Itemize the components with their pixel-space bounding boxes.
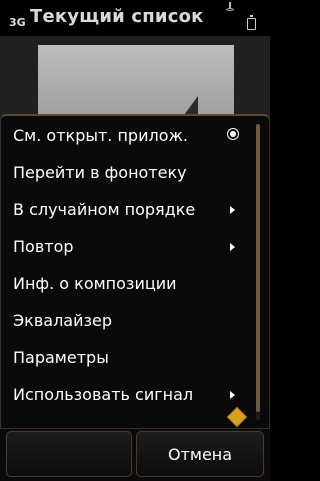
signal-icon — [226, 2, 234, 12]
menu-item-use-as-tone[interactable]: Использовать сигнал — [1, 377, 251, 414]
menu-item-repeat[interactable]: Повтор — [1, 229, 251, 266]
screen-title: Текущий список — [30, 6, 204, 27]
menu-item-label: Использовать сигнал — [13, 385, 194, 404]
left-softkey[interactable] — [6, 431, 132, 477]
network-indicator: 3G — [9, 16, 26, 29]
menu-item-label: Перейти в фонотеку — [13, 163, 187, 182]
watermark-logo — [224, 406, 260, 434]
options-menu: См. открыт. прилож. Перейти в фонотеку В… — [0, 114, 270, 428]
menu-item-go-to-library[interactable]: Перейти в фонотеку — [1, 155, 251, 192]
watermark-cube-icon — [226, 406, 248, 428]
menu-item-shuffle[interactable]: В случайном порядке — [1, 192, 251, 229]
battery-icon — [247, 15, 256, 30]
cancel-softkey-label: Отмена — [167, 445, 233, 464]
menu-item-settings[interactable]: Параметры — [1, 340, 251, 377]
album-art — [38, 45, 234, 125]
menu-item-label: В случайном порядке — [13, 200, 196, 219]
menu-item-label: Инф. о композиции — [13, 274, 177, 293]
softkey-bar: Отмена — [0, 428, 270, 481]
menu-item-open-apps[interactable]: См. открыт. прилож. — [1, 118, 251, 155]
radio-selected-icon — [227, 128, 239, 140]
status-bar: 3G Текущий список — [0, 0, 270, 36]
scrollbar-thumb[interactable] — [256, 124, 260, 412]
cancel-softkey[interactable]: Отмена — [136, 431, 264, 477]
menu-item-track-info[interactable]: Инф. о композиции — [1, 266, 251, 303]
submenu-arrow-icon — [230, 243, 235, 251]
submenu-arrow-icon — [230, 391, 235, 399]
menu-item-label: Параметры — [13, 348, 109, 367]
scrollbar[interactable] — [256, 124, 260, 420]
menu-item-label: См. открыт. прилож. — [13, 126, 188, 145]
menu-item-label: Повтор — [13, 237, 74, 256]
submenu-arrow-icon — [230, 206, 235, 214]
menu-item-label: Эквалайзер — [13, 311, 113, 330]
menu-item-equalizer[interactable]: Эквалайзер — [1, 303, 251, 340]
